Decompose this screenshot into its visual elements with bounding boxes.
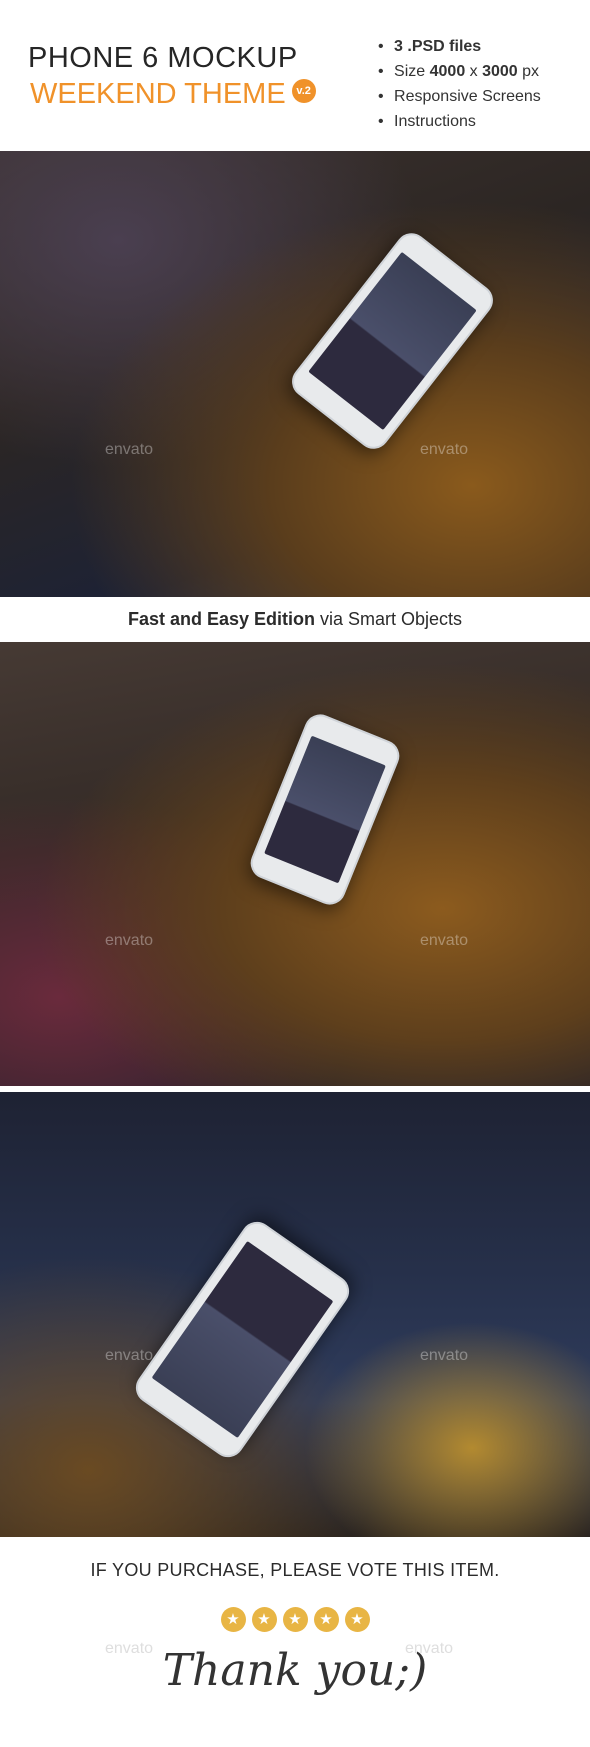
watermark: envato — [420, 932, 469, 949]
subtitle-text: WEEKEND THEME — [30, 78, 286, 110]
feature-item: Instructions — [378, 109, 541, 134]
feature-text: px — [517, 63, 540, 80]
vote-request: IF YOU PURCHASE, PLEASE VOTE THIS ITEM. — [90, 1560, 500, 1580]
watermark: envato — [105, 441, 154, 458]
mockup-photo-3: envato envato — [0, 1092, 590, 1537]
phone-screen — [264, 735, 386, 884]
feature-text: Size — [394, 63, 430, 80]
feature-text: 3 .PSD files — [394, 38, 482, 55]
feature-list: 3 .PSD files Size 4000 x 3000 px Respons… — [378, 34, 541, 134]
feature-text: 3000 — [482, 63, 518, 80]
watermark: envato — [105, 932, 154, 949]
feature-text: Instructions — [394, 113, 476, 130]
star-icon: ★ — [313, 1607, 339, 1632]
header: PHONE 6 MOCKUP WEEKEND THEMEv.2 3 .PSD f… — [0, 0, 590, 151]
feature-text: 4000 — [429, 63, 466, 80]
star-rating: ★ ★ ★ ★ ★ — [0, 1607, 590, 1632]
feature-item: 3 .PSD files — [378, 34, 541, 59]
banner-text: via Smart Objects — [315, 609, 463, 629]
star-icon: ★ — [251, 1607, 277, 1632]
mockup-photo-2: envato envato — [0, 642, 590, 1086]
phone-mockup — [285, 226, 500, 456]
watermark: envato — [420, 1347, 469, 1364]
watermark: envato — [420, 441, 469, 458]
phone-mockup — [245, 709, 405, 910]
phone-mockup — [129, 1215, 356, 1464]
phone-screen — [151, 1240, 334, 1439]
feature-text: Responsive Screens — [394, 88, 541, 105]
subtitle: WEEKEND THEME v.2 — [30, 78, 316, 111]
thank-you-signature: Thank you;) — [162, 1645, 428, 1696]
title: PHONE 6 MOCKUP — [28, 42, 298, 74]
feature-item: Size 4000 x 3000 px — [378, 59, 541, 84]
version-badge: v.2 — [291, 79, 316, 104]
phone-screen — [308, 251, 477, 431]
edition-banner: Fast and Easy Edition via Smart Objects — [0, 597, 590, 642]
star-icon: ★ — [282, 1607, 308, 1632]
footer: IF YOU PURCHASE, PLEASE VOTE THIS ITEM. … — [0, 1537, 590, 1747]
mockup-photo-1: envato envato — [0, 151, 590, 597]
banner-bold: Fast and Easy Edition — [127, 609, 315, 629]
feature-item: Responsive Screens — [378, 84, 541, 109]
watermark: envato — [105, 1347, 154, 1364]
star-icon: ★ — [220, 1607, 246, 1632]
star-icon: ★ — [344, 1607, 370, 1632]
feature-text: x — [465, 63, 483, 80]
